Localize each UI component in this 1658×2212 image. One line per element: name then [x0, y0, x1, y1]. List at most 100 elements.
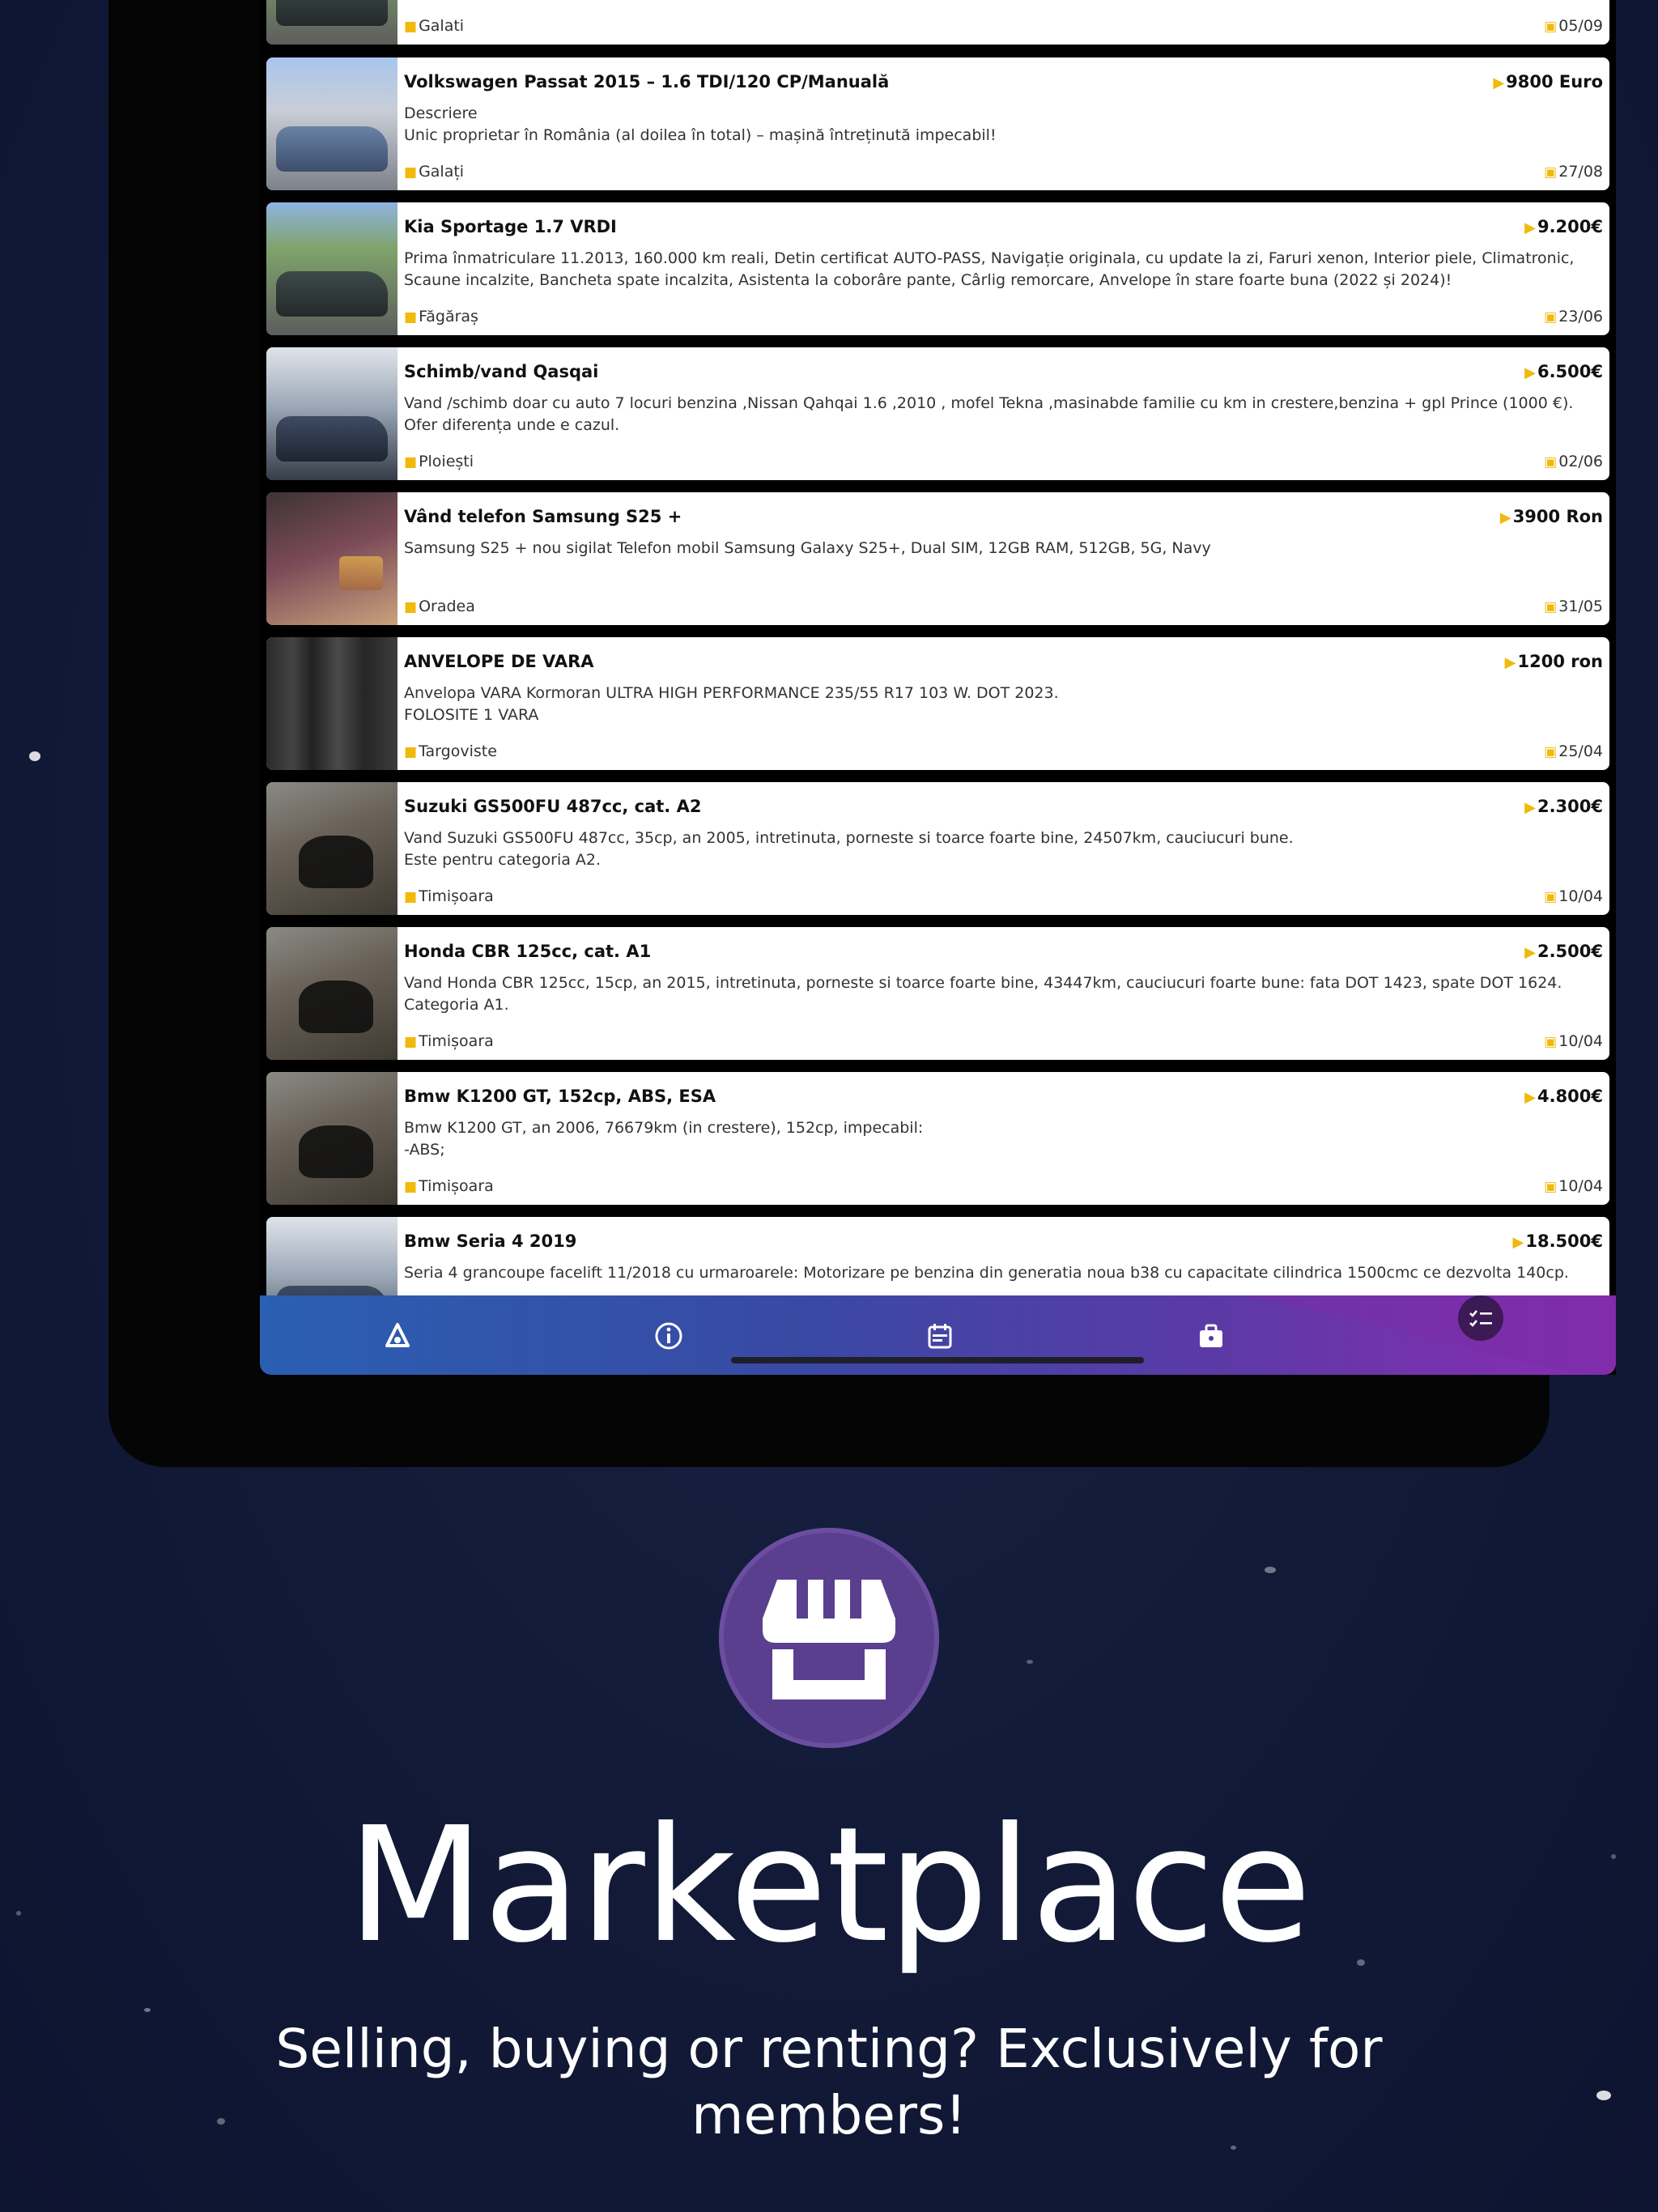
listing-description: Anvelopa VARA Kormoran ULTRA HIGH PERFOR… — [404, 684, 1059, 724]
listing-description: Vand /schimb doar cu auto 7 locuri benzi… — [404, 394, 1574, 434]
listing-date: ▣ 10/04 — [1544, 1032, 1603, 1050]
listing-thumbnail[interactable] — [266, 492, 397, 625]
calendar-icon: ▣ — [1544, 19, 1558, 35]
listing-date: ▣ 10/04 — [1544, 887, 1603, 905]
calendar-icon[interactable] — [924, 1320, 956, 1352]
promo-subline: Selling, buying or renting? Exclusively … — [275, 2018, 1383, 2146]
listing-description: Prima înmatriculare 11.2013, 160.000 km … — [404, 249, 1575, 289]
listing-location-text: Galați — [419, 163, 465, 181]
logo-icon[interactable] — [381, 1320, 414, 1352]
listing-title[interactable]: Schimb/vand Qasqai — [404, 362, 598, 381]
listing-location: ■ Timișoara — [404, 1032, 494, 1050]
listing-card[interactable]: Km 252000 An 2012, euro 5■Galati▣05/09 — [266, 0, 1609, 45]
listing-card[interactable]: Bmw K1200 GT, 152cp, ABS, ESA ▶4.800€ Bmw … — [266, 1072, 1609, 1205]
listing-card[interactable]: Vând telefon Samsung S25 + ▶3900 Ron Samsu… — [266, 492, 1609, 625]
checklist-icon[interactable] — [1458, 1295, 1503, 1341]
listing-price: ▶9.200€ — [1524, 217, 1603, 236]
listing-thumbnail[interactable] — [266, 927, 397, 1060]
listing-location: ■ Timișoara — [404, 1177, 494, 1195]
price-tag-icon: ▶ — [1524, 1089, 1536, 1106]
price-tag-icon: ▶ — [1499, 509, 1511, 526]
listing-card[interactable]: Schimb/vand Qasqai ▶6.500€ Vand /schimb do… — [266, 347, 1609, 480]
listing-date-text: 25/04 — [1558, 742, 1603, 760]
listing-thumbnail[interactable] — [266, 57, 397, 190]
listing-thumbnail[interactable] — [266, 782, 397, 915]
listing-price-value: 2.500€ — [1537, 942, 1603, 961]
listing-location-text: Timișoara — [419, 887, 494, 905]
thumbs-up-icon: ■ — [404, 454, 418, 470]
listing-price: ▶4.800€ — [1524, 1087, 1603, 1106]
listing-date: ▣ 27/08 — [1544, 163, 1603, 181]
promo-headline: Marketplace — [346, 1793, 1312, 1978]
listing-location: ■ Făgăraș — [404, 308, 478, 325]
listing-title[interactable]: Bmw K1200 GT, 152cp, ABS, ESA — [404, 1087, 716, 1106]
listing-title[interactable]: Vând telefon Samsung S25 + — [404, 507, 682, 526]
listing-thumbnail[interactable] — [266, 1072, 397, 1205]
listing-price: ▶9800 Euro — [1493, 72, 1603, 91]
listing-title[interactable]: Bmw Seria 4 2019 — [404, 1231, 576, 1251]
listing-title[interactable]: Honda CBR 125cc, cat. A1 — [404, 942, 651, 961]
listing-card[interactable]: Suzuki GS500FU 487cc, cat. A2 ▶2.300€ Vand… — [266, 782, 1609, 915]
listing-card[interactable]: Kia Sportage 1.7 VRDI ▶9.200€ Prima înmatr… — [266, 202, 1609, 335]
listing-date-text: 10/04 — [1558, 1177, 1603, 1195]
calendar-icon: ▣ — [1544, 744, 1558, 760]
nav-wave-decoration — [1244, 1295, 1616, 1375]
listing-date-text: 23/06 — [1558, 308, 1603, 325]
price-tag-icon: ▶ — [1512, 1234, 1524, 1251]
listing-date-text: 05/09 — [1558, 17, 1603, 35]
listing-price: ▶6.500€ — [1524, 362, 1603, 381]
calendar-icon: ▣ — [1544, 599, 1558, 615]
price-tag-icon: ▶ — [1524, 364, 1536, 381]
listing-date: ▣ 23/06 — [1544, 308, 1603, 325]
listing-title[interactable]: Suzuki GS500FU 487cc, cat. A2 — [404, 797, 701, 816]
listing-card[interactable]: ANVELOPE DE VARA ▶1200 ron Anvelopa VARA K… — [266, 637, 1609, 770]
listing-price: ▶2.500€ — [1524, 942, 1603, 961]
listing-price: ▶2.300€ — [1524, 797, 1603, 816]
listing-description: Bmw K1200 GT, an 2006, 76679km (in crest… — [404, 1119, 924, 1159]
listing-price-value: 2.300€ — [1537, 797, 1603, 816]
listing-date: ▣ 31/05 — [1544, 598, 1603, 615]
price-tag-icon: ▶ — [1493, 74, 1505, 91]
listing-title[interactable]: Volkswagen Passat 2015 – 1.6 TDI/120 CP/… — [404, 72, 889, 91]
listing-price: ▶3900 Ron — [1500, 507, 1603, 526]
thumbs-up-icon: ■ — [404, 744, 418, 760]
listing-thumbnail[interactable] — [266, 202, 397, 335]
thumbs-up-icon: ■ — [404, 1179, 418, 1195]
listing-location-text: Timișoara — [419, 1177, 494, 1195]
calendar-icon: ▣ — [1544, 164, 1558, 181]
listing-date-text: 31/05 — [1558, 598, 1603, 615]
listing-title[interactable]: Kia Sportage 1.7 VRDI — [404, 217, 617, 236]
thumbs-up-icon: ■ — [404, 1034, 418, 1050]
listing-card[interactable]: Volkswagen Passat 2015 – 1.6 TDI/120 CP/… — [266, 57, 1609, 190]
calendar-icon: ▣ — [1544, 889, 1558, 905]
info-icon[interactable] — [653, 1320, 685, 1352]
listing-thumbnail[interactable] — [266, 0, 397, 45]
listing-location-text: Ploiești — [419, 453, 474, 470]
listing-description: Vand Honda CBR 125cc, 15cp, an 2015, int… — [404, 974, 1562, 1014]
listing-date: ▣ 25/04 — [1544, 742, 1603, 760]
listing-description: Seria 4 grancoupe facelift 11/2018 cu ur… — [404, 1264, 1569, 1282]
listing-title[interactable]: ANVELOPE DE VARA — [404, 652, 594, 671]
storefront-icon — [719, 1528, 939, 1748]
listing-price-value: 9.200€ — [1537, 217, 1603, 236]
listing-location: ■ Targoviste — [404, 742, 497, 760]
price-tag-icon: ▶ — [1524, 219, 1536, 236]
listing-date-text: 02/06 — [1558, 453, 1603, 470]
listing-price-value: 6.500€ — [1537, 362, 1603, 381]
calendar-icon: ▣ — [1544, 454, 1558, 470]
listing-location: ■ Galati — [404, 17, 464, 35]
listing-card[interactable]: Honda CBR 125cc, cat. A1 ▶2.500€ Vand Hond… — [266, 927, 1609, 1060]
listing-description: Samsung S25 + nou sigilat Telefon mobil … — [404, 539, 1211, 557]
listing-location: ■ Galați — [404, 163, 464, 181]
listing-location-text: Oradea — [419, 598, 475, 615]
thumbs-up-icon: ■ — [404, 309, 418, 325]
calendar-icon: ▣ — [1544, 309, 1558, 325]
listing-location: ■ Oradea — [404, 598, 475, 615]
listing-description: Descriere Unic proprietar în România (al… — [404, 104, 997, 144]
listing-thumbnail[interactable] — [266, 637, 397, 770]
listing-thumbnail[interactable] — [266, 347, 397, 480]
calendar-icon: ▣ — [1544, 1034, 1558, 1050]
price-tag-icon: ▶ — [1524, 799, 1536, 816]
listing-date: ▣ 05/09 — [1544, 17, 1603, 35]
briefcase-icon[interactable] — [1195, 1320, 1227, 1352]
